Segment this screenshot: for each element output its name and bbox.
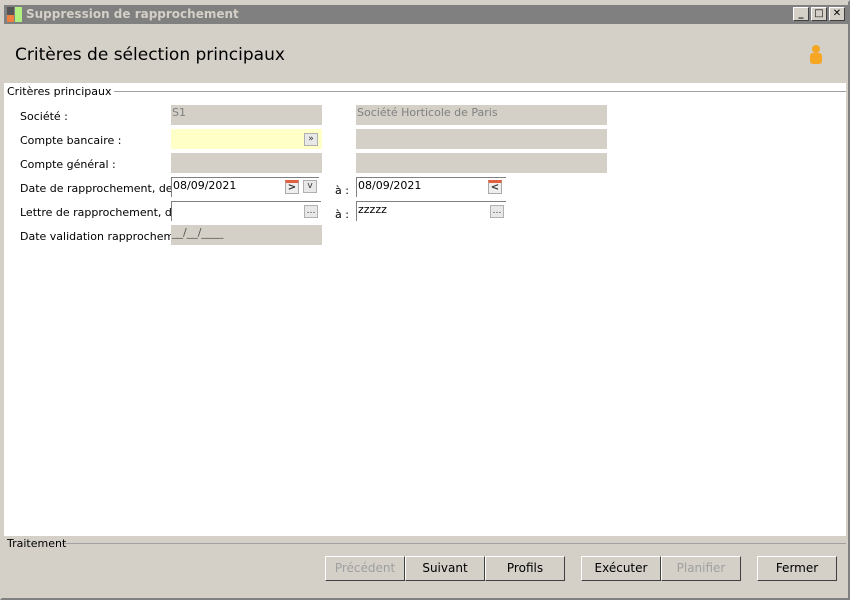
lettre-rappro-label: Lettre de rapprochement, de : — [20, 206, 186, 219]
ellipsis-icon[interactable]: … — [304, 205, 318, 218]
precedent-button[interactable]: Précédent — [325, 556, 405, 581]
compte-general-field — [171, 153, 322, 173]
societe-name-field: Société Horticole de Paris — [356, 105, 607, 125]
close-button[interactable]: ✕ — [829, 7, 845, 21]
lettre-rappro-to-input[interactable]: zzzzz — [356, 201, 506, 221]
footer-legend: Traitement — [7, 537, 67, 550]
societe-label: Société : — [20, 110, 68, 123]
ellipsis-icon[interactable]: … — [490, 205, 504, 218]
compte-general-desc — [356, 153, 607, 173]
lettre-rappro-from-input[interactable] — [171, 201, 321, 221]
window-title: Suppression de rapprochement — [26, 7, 239, 21]
executer-button[interactable]: Exécuter — [581, 556, 661, 581]
criteria-panel: Critères principaux Société : S1 Société… — [4, 83, 846, 536]
double-chevron-down-icon[interactable]: » — [304, 133, 318, 146]
date-rappro-label: Date de rapprochement, de : — [20, 182, 180, 195]
societe-code-field: S1 — [171, 105, 322, 125]
section-legend: Critères principaux — [7, 85, 115, 98]
page-title: Critères de sélection principaux — [15, 45, 285, 65]
fermer-button[interactable]: Fermer — [757, 556, 837, 581]
suivant-button[interactable]: Suivant — [405, 556, 485, 581]
profils-button[interactable]: Profils — [485, 556, 565, 581]
chevron-down-icon[interactable]: v — [303, 180, 317, 193]
compte-bancaire-label: Compte bancaire : — [20, 134, 122, 147]
compte-general-label: Compte général : — [20, 158, 116, 171]
app-icon — [7, 7, 22, 22]
user-icon[interactable] — [808, 44, 824, 66]
calendar-next-icon[interactable]: > — [285, 180, 299, 194]
date-to-label: à : — [335, 184, 349, 197]
header: Critères de sélection principaux — [4, 24, 848, 84]
date-rappro-to-input[interactable]: 08/09/2021 — [356, 177, 506, 197]
compte-bancaire-input[interactable] — [171, 129, 322, 149]
minimize-button[interactable]: _ — [793, 7, 809, 21]
maximize-button[interactable]: □ — [811, 7, 827, 21]
lettre-to-label: à : — [335, 208, 349, 221]
compte-bancaire-desc — [356, 129, 607, 149]
calendar-prev-icon[interactable]: < — [488, 180, 502, 194]
planifier-button[interactable]: Planifier — [661, 556, 741, 581]
title-bar: Suppression de rapprochement _ □ ✕ — [4, 5, 848, 24]
date-validation-field: __/__/____ — [171, 225, 322, 245]
